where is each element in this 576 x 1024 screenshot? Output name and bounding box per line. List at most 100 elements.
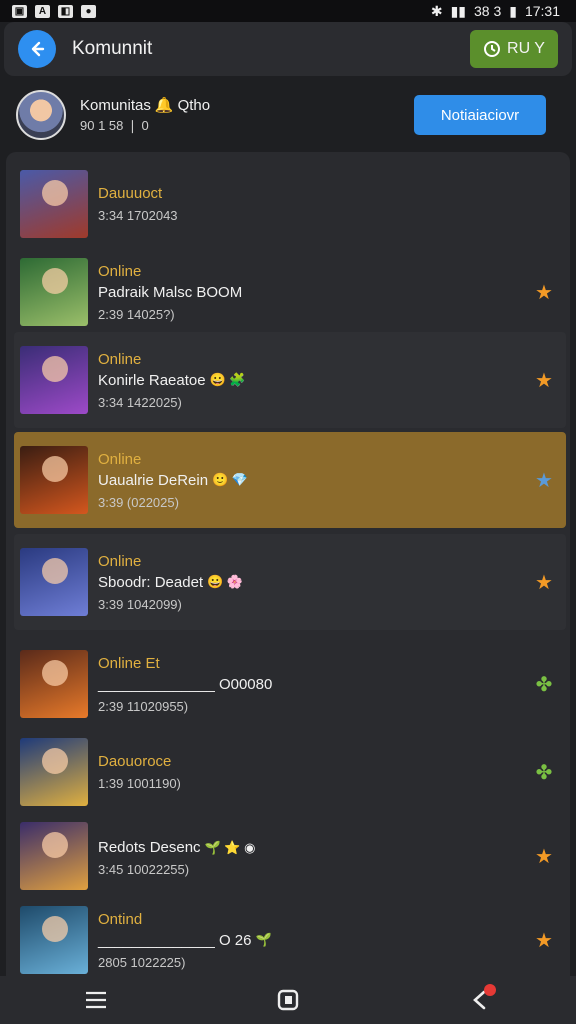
page-title: Komunnit xyxy=(72,38,153,59)
bottom-nav xyxy=(0,976,576,1024)
profile-name: Komunitas 🔔 Qtho xyxy=(80,96,414,115)
item-info: Ontind ______________ O 26 🌱 2805 1022225) xyxy=(98,911,532,970)
item-status: Online xyxy=(98,262,142,280)
status-text: 38 3 xyxy=(473,3,502,19)
item-title-text: ______________ O00080 xyxy=(98,675,273,693)
chat-icon: ● xyxy=(81,4,96,18)
list-item[interactable]: Redots Desenc 🌱 ⭐ ◉ 3:45 10022255) ★ xyxy=(14,808,566,904)
home-icon xyxy=(277,989,299,1011)
clock: 17:31 xyxy=(524,3,560,19)
media-icon: ◧ xyxy=(58,4,73,18)
item-meta: 1:39 1001190) xyxy=(98,776,181,791)
item-status: Online xyxy=(98,552,142,570)
app-bar: Komunnit RU Y xyxy=(4,22,572,76)
item-status: Online Et xyxy=(98,654,160,672)
item-info: Daouoroce 1:39 1001190) xyxy=(98,753,532,791)
avatar[interactable] xyxy=(16,90,66,140)
game-thumbnail xyxy=(20,650,88,718)
item-meta: 3:39 1042099) xyxy=(98,596,182,612)
item-title-text: ______________ O 26 xyxy=(98,931,252,949)
item-info: Online Uaualrie DeRein 🙂 💎 3:39 (022025) xyxy=(98,451,532,510)
list-item[interactable]: Online Konirle Raeatoe 😀 🧩 3:34 1422025) ★ xyxy=(14,332,566,428)
item-meta: 2:39 11020955) xyxy=(98,698,189,714)
item-title: ______________ O00080 xyxy=(98,676,532,693)
favorite-star-icon[interactable]: ★ xyxy=(532,928,556,952)
game-thumbnail xyxy=(20,822,88,890)
item-emoji: 🙂 💎 xyxy=(212,472,249,487)
profile-header: Komunitas 🔔 Qtho 90 1 58 ❘ 0 Notiaiaciov… xyxy=(0,80,576,150)
run-button[interactable]: RU Y xyxy=(470,30,558,68)
item-meta: 3:39 (022025) xyxy=(98,494,179,510)
item-title: Sboodr: Deadet 😀 🌸 xyxy=(98,574,532,591)
item-info: Online Padraik Malsc BOOM 2:39 14025?) xyxy=(98,263,532,322)
profile-name-label: Komunitas xyxy=(80,96,151,114)
item-title: Padraik Malsc BOOM xyxy=(98,284,532,301)
item-status: Online xyxy=(98,450,142,468)
list-item[interactable]: Daouoroce 1:39 1001190) ✤ xyxy=(14,724,566,820)
list-item[interactable]: Dauuuoct 3:34 1702043 xyxy=(14,156,566,252)
item-info: Online Konirle Raeatoe 😀 🧩 3:34 1422025) xyxy=(98,351,532,410)
battery-icon: ▮ xyxy=(509,2,517,19)
favorite-star-icon[interactable]: ★ xyxy=(532,280,556,304)
item-title: Konirle Raeatoe 😀 🧩 xyxy=(98,372,532,389)
notification-button[interactable]: Notiaiaciovr xyxy=(414,95,546,135)
item-info: Redots Desenc 🌱 ⭐ ◉ 3:45 10022255) xyxy=(98,835,532,877)
game-thumbnail xyxy=(20,738,88,806)
menu-icon xyxy=(86,991,106,1009)
item-title: Uaualrie DeRein 🙂 💎 xyxy=(98,472,532,489)
menu-button[interactable] xyxy=(74,978,118,1022)
favorite-star-icon[interactable]: ✤ xyxy=(532,760,556,784)
home-button[interactable] xyxy=(266,978,310,1022)
item-title-text: Uaualrie DeRein xyxy=(98,471,209,489)
item-info: Online Et ______________ O00080 2:39 11020… xyxy=(98,655,532,714)
item-emoji: 😀 🌸 xyxy=(207,574,244,589)
item-status: Ontind xyxy=(98,910,143,928)
favorite-star-icon[interactable]: ★ xyxy=(532,844,556,868)
item-title-text: Konirle Raeatoe xyxy=(98,371,206,389)
item-emoji: 😀 🧩 xyxy=(209,372,246,387)
signal-icon: ▮▮ xyxy=(450,2,466,19)
clock-icon xyxy=(484,41,501,57)
game-thumbnail xyxy=(20,346,88,414)
back-nav-button[interactable] xyxy=(458,978,502,1022)
status-right: ✱ ▮▮ 38 3 ▮ 17:31 xyxy=(431,3,560,20)
game-thumbnail xyxy=(20,548,88,616)
item-meta: 3:34 1702043 xyxy=(98,208,178,223)
item-status: Daouoroce xyxy=(98,753,172,770)
item-meta: 3:45 10022255) xyxy=(98,862,190,877)
list-item[interactable]: Ontind ______________ O 26 🌱 2805 1022225) ★ xyxy=(14,892,566,988)
item-info: Dauuuoct 3:34 1702043 xyxy=(98,185,566,223)
item-emoji: 🌱 xyxy=(255,932,272,947)
item-status: Dauuuoct xyxy=(98,185,163,202)
list-item[interactable]: Online Sboodr: Deadet 😀 🌸 3:39 1042099) ★ xyxy=(14,534,566,630)
item-title: ______________ O 26 🌱 xyxy=(98,932,532,949)
a-icon: A xyxy=(35,4,50,18)
bluetooth-icon: ✱ xyxy=(430,2,443,19)
back-button[interactable] xyxy=(18,30,56,68)
profile-text: Komunitas 🔔 Qtho 90 1 58 ❘ 0 xyxy=(80,96,414,134)
bell-icon: 🔔 xyxy=(154,97,174,114)
profile-name-suffix: Qtho xyxy=(177,96,211,114)
favorite-star-icon[interactable]: ★ xyxy=(532,468,556,492)
game-thumbnail xyxy=(20,446,88,514)
game-thumbnail xyxy=(20,170,88,238)
list-item[interactable]: Online Uaualrie DeRein 🙂 💎 3:39 (022025) ★ xyxy=(14,432,566,528)
list-item[interactable]: Online Padraik Malsc BOOM 2:39 14025?) ★ xyxy=(14,244,566,340)
community-list: Dauuuoct 3:34 1702043 Online Padraik Malsc … xyxy=(6,152,570,976)
notification-badge xyxy=(484,984,496,996)
item-status: Online xyxy=(98,350,142,368)
favorite-star-icon[interactable]: ✤ xyxy=(532,672,556,696)
item-title-text: Sboodr: Deadet xyxy=(98,573,204,591)
arrow-left-icon xyxy=(31,41,45,57)
item-title: Redots Desenc 🌱 ⭐ ◉ xyxy=(98,839,532,856)
photo-icon: ▣ xyxy=(12,4,27,18)
favorite-star-icon[interactable]: ★ xyxy=(532,368,556,392)
item-title-text: Padraik Malsc BOOM xyxy=(98,283,243,301)
item-title-text: Redots Desenc xyxy=(98,839,201,856)
list-item[interactable]: Online Et ______________ O00080 2:39 11020… xyxy=(14,636,566,732)
run-button-label: RU Y xyxy=(507,40,545,57)
status-left: ▣ A ◧ ● xyxy=(12,4,96,18)
favorite-star-icon[interactable]: ★ xyxy=(532,570,556,594)
item-emoji: 🌱 ⭐ ◉ xyxy=(204,839,256,855)
item-meta: 2:39 14025?) xyxy=(98,306,175,322)
